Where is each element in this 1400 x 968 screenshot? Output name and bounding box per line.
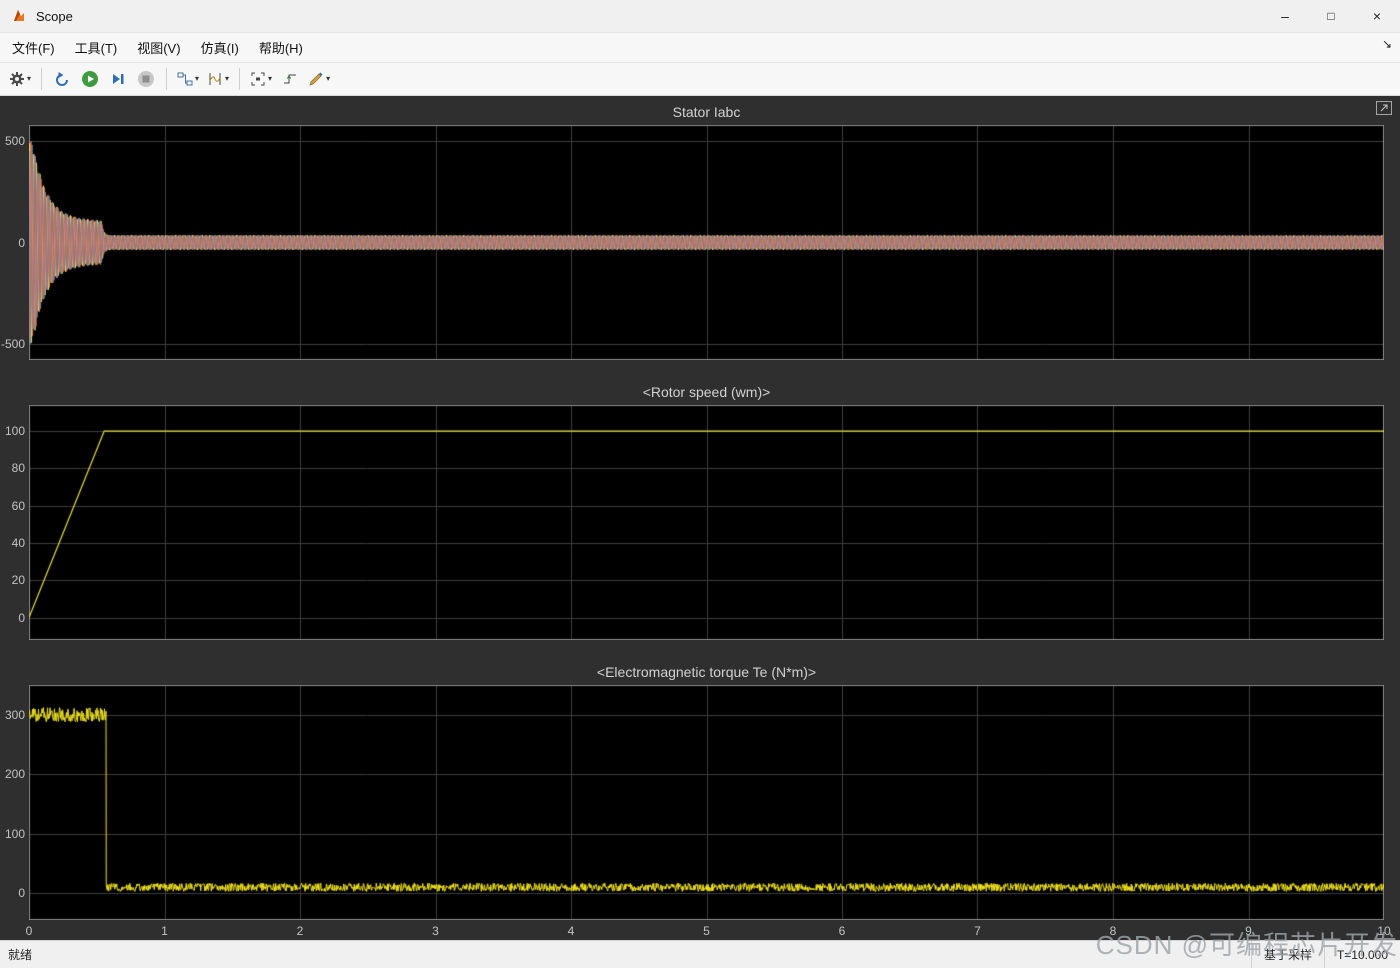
close-button[interactable]: ×	[1354, 0, 1400, 32]
toolbar-separator	[239, 68, 241, 90]
simulink-block-icon	[177, 71, 193, 87]
step-forward-icon	[110, 71, 126, 87]
status-bar: 就绪 基于采样 T=10.000	[0, 940, 1400, 968]
configuration-button[interactable]: ▾	[6, 66, 34, 92]
gear-icon	[9, 71, 25, 87]
plot-stator-iabc: Stator Iabc -500 0 500	[0, 104, 1400, 384]
x-tick-label: 1	[161, 924, 168, 938]
run-icon	[81, 70, 99, 88]
window-controls: – □ ×	[1262, 0, 1400, 32]
menu-bar: 文件(F) 工具(T) 视图(V) 仿真(I) 帮助(H) ↘	[0, 33, 1400, 63]
maximize-button[interactable]: □	[1308, 0, 1354, 32]
x-tick-label: 0	[25, 924, 33, 938]
minimize-button[interactable]: –	[1262, 0, 1308, 32]
plot-title-electromagnetic-torque: <Electromagnetic torque Te (N*m)>	[596, 664, 817, 680]
status-sim-time-text: T=10.000	[1336, 947, 1388, 962]
y-tick-label: 100	[4, 424, 25, 439]
x-tick-label: 4	[567, 924, 575, 938]
y-tick-label: 500	[4, 134, 25, 149]
rotor-speed-canvas[interactable]	[29, 405, 1384, 640]
y-tick-label: 0	[18, 235, 25, 250]
scope-display-area: Stator Iabc -500 0 500 <Rotor speed (wm)> …	[0, 97, 1400, 940]
toolbar: ▾ ▾ ▾ ▾ ▾	[0, 63, 1400, 96]
y-tick-label: 200	[4, 767, 25, 782]
stator-iabc-canvas[interactable]	[29, 125, 1384, 360]
y-tick-label: 40	[11, 536, 25, 551]
y-tick-label: 60	[11, 498, 25, 513]
plot-electromagnetic-torque: <Electromagnetic torque Te (N*m)> 0 100 20…	[0, 664, 1400, 944]
x-tick-label: 7	[974, 924, 981, 938]
status-right-section: 基于采样 T=10.000	[1250, 941, 1400, 968]
brush-icon	[308, 71, 324, 87]
toolbar-separator	[166, 68, 168, 90]
cursor-measurements-button[interactable]: ▾	[204, 66, 232, 92]
scope-app-icon	[10, 7, 28, 25]
maximize-icon: □	[1327, 9, 1335, 23]
stop-button[interactable]	[133, 66, 159, 92]
x-tick-label: 3	[432, 924, 439, 938]
cursor-measurements-icon	[207, 71, 223, 87]
x-tick-label: 2	[296, 924, 304, 938]
fit-to-view-button[interactable]: ▾	[247, 66, 275, 92]
plot-rotor-speed: <Rotor speed (wm)> 0 20 40 60 80 100	[0, 384, 1400, 664]
y-tick-label: 0	[18, 610, 25, 625]
y-tick-label: 20	[11, 573, 25, 588]
menu-view[interactable]: 视图(V)	[127, 34, 190, 61]
stop-icon	[137, 70, 155, 88]
minimize-icon: –	[1281, 8, 1289, 24]
x-tick-label: 10	[1377, 924, 1391, 938]
dropdown-arrow-icon: ▾	[268, 74, 273, 83]
menu-simulation[interactable]: 仿真(I)	[191, 34, 249, 61]
x-tick-label: 6	[838, 924, 846, 938]
fit-to-view-icon	[250, 71, 266, 87]
run-button[interactable]	[77, 66, 103, 92]
step-forward-button[interactable]	[105, 66, 131, 92]
y-tick-label: -500	[0, 336, 25, 351]
close-icon: ×	[1372, 8, 1382, 24]
trigger-icon	[282, 71, 298, 87]
menu-file[interactable]: 文件(F)	[2, 34, 65, 61]
window-title: Scope	[36, 8, 73, 24]
menu-tools[interactable]: 工具(T)	[65, 34, 128, 61]
y-tick-label: 300	[4, 707, 25, 722]
x-tick-label: 8	[1109, 924, 1117, 938]
menu-help[interactable]: 帮助(H)	[249, 34, 313, 61]
dropdown-arrow-icon: ▾	[225, 74, 230, 83]
plot-title-rotor-speed: <Rotor speed (wm)>	[642, 384, 771, 400]
electromagnetic-torque-canvas[interactable]	[29, 685, 1384, 920]
y-tick-label: 80	[11, 461, 25, 476]
x-tick-label: 5	[703, 924, 710, 938]
plot-title-stator-iabc: Stator Iabc	[672, 104, 741, 120]
trigger-button[interactable]	[277, 66, 303, 92]
step-back-icon	[54, 71, 70, 87]
step-back-button[interactable]	[49, 66, 75, 92]
status-sim-time: T=10.000	[1323, 941, 1400, 968]
dock-arrow-icon[interactable]: ↘	[1382, 37, 1392, 51]
y-tick-label: 0	[18, 886, 25, 901]
style-button[interactable]: ▾	[305, 66, 333, 92]
dropdown-arrow-icon: ▾	[195, 74, 200, 83]
highlight-block-button[interactable]: ▾	[174, 66, 202, 92]
dropdown-arrow-icon: ▾	[326, 74, 331, 83]
x-tick-label: 9	[1245, 924, 1252, 938]
status-ready-text: 就绪	[8, 948, 33, 962]
toolbar-separator	[41, 68, 43, 90]
dropdown-arrow-icon: ▾	[27, 74, 32, 83]
status-sample-mode: 基于采样	[1250, 941, 1324, 968]
scope-window: Scope – □ × 文件(F) 工具(T) 视图(V) 仿真(I) 帮助(H…	[0, 0, 1400, 968]
status-sample-mode-text: 基于采样	[1263, 948, 1312, 962]
title-bar: Scope – □ ×	[0, 0, 1400, 33]
y-tick-label: 100	[4, 826, 25, 841]
